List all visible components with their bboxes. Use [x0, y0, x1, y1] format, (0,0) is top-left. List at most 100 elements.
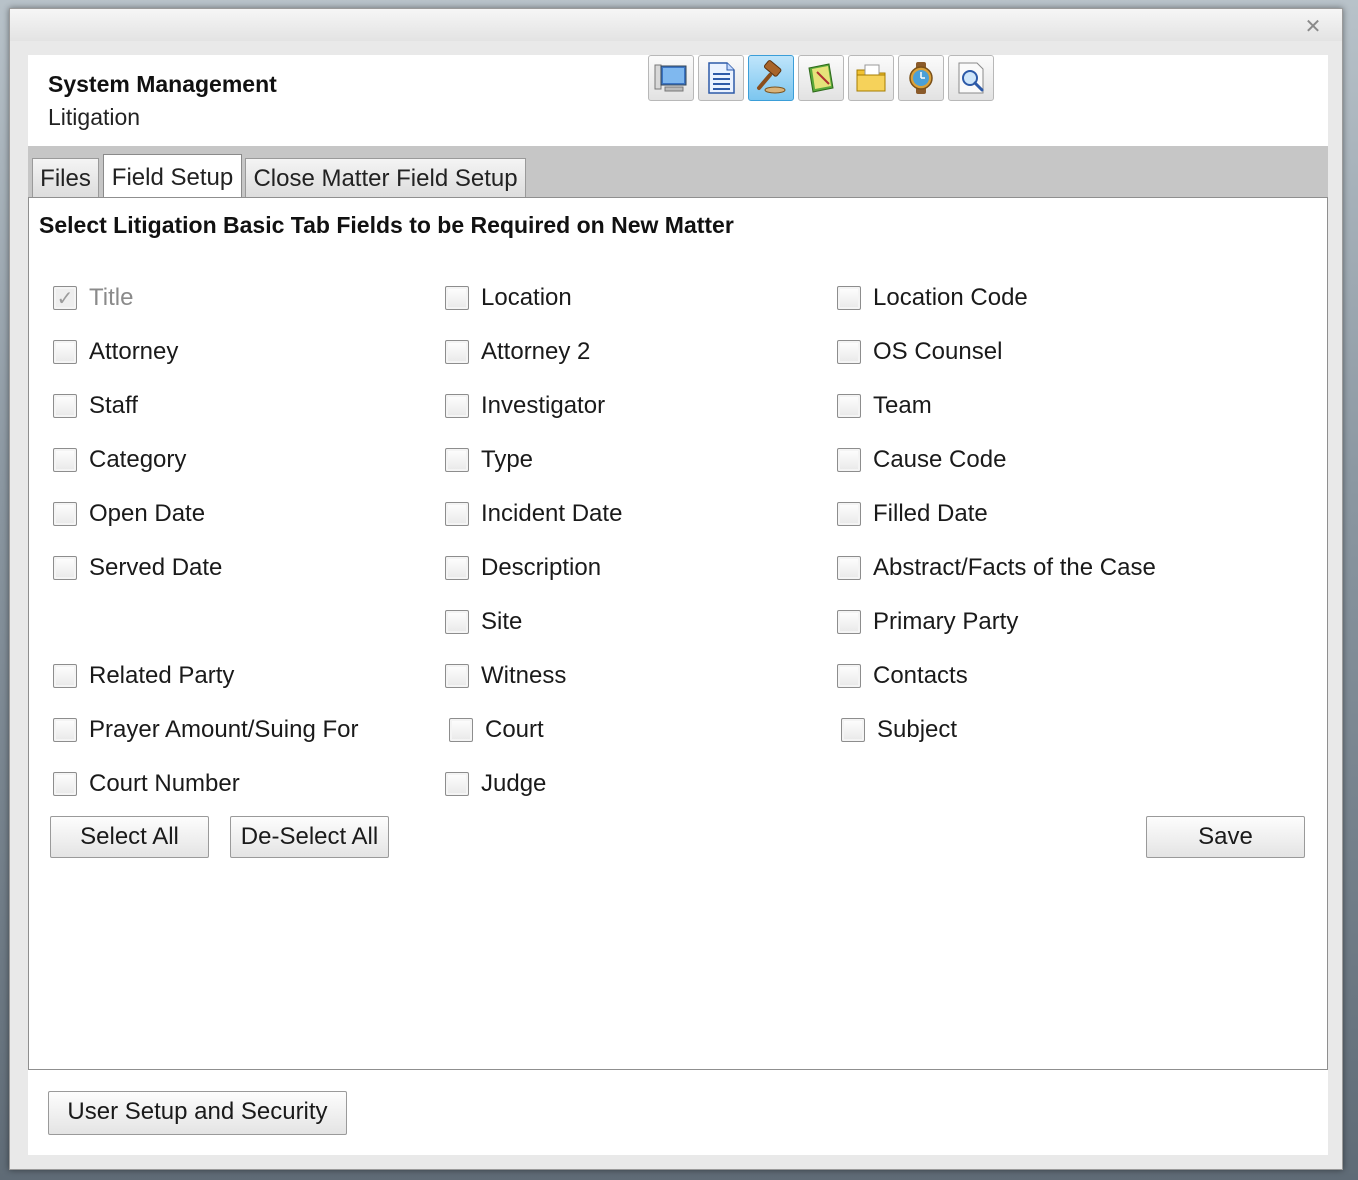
checkbox-team[interactable]: Team [837, 390, 932, 422]
checkbox-label[interactable]: Location [481, 284, 572, 312]
checkbox-label[interactable]: Primary Party [873, 608, 1018, 636]
checkbox-os-counsel[interactable]: OS Counsel [837, 336, 1002, 368]
checkbox-label[interactable]: Related Party [89, 662, 234, 690]
checkbox-location-code[interactable]: Location Code [837, 282, 1028, 314]
document-icon[interactable] [698, 55, 744, 101]
checkbox-title: ✓ Title [53, 282, 133, 314]
checkbox-box[interactable] [53, 394, 77, 418]
checkbox-incident-date[interactable]: Incident Date [445, 498, 622, 530]
checkbox-label[interactable]: Staff [89, 392, 138, 420]
checkbox-box[interactable] [837, 394, 861, 418]
checkbox-filled-date[interactable]: Filled Date [837, 498, 988, 530]
checkbox-location[interactable]: Location [445, 282, 572, 314]
checkbox-label[interactable]: Court [485, 716, 544, 744]
checkbox-label[interactable]: Served Date [89, 554, 222, 582]
checkbox-prayer-amount[interactable]: Prayer Amount/Suing For [53, 714, 358, 746]
checkbox-label[interactable]: Category [89, 446, 186, 474]
checkbox-label[interactable]: Judge [481, 770, 546, 798]
checkbox-open-date[interactable]: Open Date [53, 498, 205, 530]
checkbox-investigator[interactable]: Investigator [445, 390, 605, 422]
checkbox-label[interactable]: OS Counsel [873, 338, 1002, 366]
checkbox-witness[interactable]: Witness [445, 660, 566, 692]
checkbox-box[interactable] [445, 394, 469, 418]
checkbox-cause-code[interactable]: Cause Code [837, 444, 1006, 476]
checkbox-primary-party[interactable]: Primary Party [837, 606, 1018, 638]
checkbox-box[interactable] [445, 664, 469, 688]
checkbox-label[interactable]: Site [481, 608, 522, 636]
checkbox-box[interactable] [837, 556, 861, 580]
checkbox-label[interactable]: Location Code [873, 284, 1028, 312]
checkbox-box[interactable] [445, 448, 469, 472]
checkbox-subject[interactable]: Subject [841, 714, 957, 746]
user-setup-security-button[interactable]: User Setup and Security [48, 1091, 347, 1135]
checkbox-label[interactable]: Type [481, 446, 533, 474]
checkbox-staff[interactable]: Staff [53, 390, 138, 422]
checkbox-type[interactable]: Type [445, 444, 533, 476]
checkbox-box[interactable] [53, 772, 77, 796]
notebook-icon[interactable] [798, 55, 844, 101]
checkbox-label[interactable]: Description [481, 554, 601, 582]
checkbox-box[interactable] [445, 556, 469, 580]
checkbox-label[interactable]: Filled Date [873, 500, 988, 528]
checkbox-label[interactable]: Cause Code [873, 446, 1006, 474]
checkbox-label[interactable]: Open Date [89, 500, 205, 528]
module-toolbar [648, 55, 994, 105]
checkbox-label[interactable]: Attorney 2 [481, 338, 590, 366]
checkbox-box[interactable] [449, 718, 473, 742]
checkbox-label[interactable]: Attorney [89, 338, 178, 366]
folder-icon[interactable] [848, 55, 894, 101]
gavel-icon[interactable] [748, 55, 794, 101]
checkbox-label[interactable]: Subject [877, 716, 957, 744]
checkbox-box[interactable] [445, 502, 469, 526]
checkbox-label[interactable]: Prayer Amount/Suing For [89, 716, 358, 744]
checkbox-description[interactable]: Description [445, 552, 601, 584]
checkbox-box[interactable] [53, 448, 77, 472]
checkbox-box[interactable] [837, 502, 861, 526]
checkbox-box[interactable] [837, 448, 861, 472]
watch-icon[interactable] [898, 55, 944, 101]
checkbox-judge[interactable]: Judge [445, 768, 546, 800]
checkbox-box[interactable] [53, 502, 77, 526]
checkbox-abstract-facts[interactable]: Abstract/Facts of the Case [837, 552, 1156, 584]
tab-close-matter-field-setup[interactable]: Close Matter Field Setup [245, 158, 526, 198]
checkbox-served-date[interactable]: Served Date [53, 552, 222, 584]
checkbox-box[interactable] [53, 664, 77, 688]
select-all-button[interactable]: Select All [50, 816, 209, 858]
magnifier-document-icon[interactable] [948, 55, 994, 101]
checkbox-box[interactable] [53, 556, 77, 580]
checkbox-category[interactable]: Category [53, 444, 186, 476]
checkbox-label[interactable]: Team [873, 392, 932, 420]
checkbox-label[interactable]: Contacts [873, 662, 968, 690]
deselect-all-button[interactable]: De-Select All [230, 816, 389, 858]
tab-field-setup[interactable]: Field Setup [103, 154, 242, 199]
checkbox-box[interactable] [837, 286, 861, 310]
system-management-dialog: ✕ System Management Litigation Files Fie… [9, 8, 1343, 1170]
checkbox-label[interactable]: Investigator [481, 392, 605, 420]
tab-files[interactable]: Files [32, 158, 99, 198]
checkbox-related-party[interactable]: Related Party [53, 660, 234, 692]
checkbox-label[interactable]: Incident Date [481, 500, 622, 528]
checkbox-box[interactable] [445, 610, 469, 634]
checkbox-attorney-2[interactable]: Attorney 2 [445, 336, 590, 368]
computer-icon[interactable] [648, 55, 694, 101]
checkbox-label[interactable]: Witness [481, 662, 566, 690]
checkbox-box[interactable] [53, 718, 77, 742]
checkbox-box[interactable] [837, 664, 861, 688]
checkbox-court-number[interactable]: Court Number [53, 768, 240, 800]
checkbox-contacts[interactable]: Contacts [837, 660, 968, 692]
checkbox-box[interactable] [841, 718, 865, 742]
checkbox-label[interactable]: Abstract/Facts of the Case [873, 554, 1156, 582]
checkbox-box[interactable] [53, 340, 77, 364]
tab-strip: Files Field Setup Close Matter Field Set… [28, 146, 1328, 199]
checkbox-attorney[interactable]: Attorney [53, 336, 178, 368]
checkbox-box[interactable] [445, 286, 469, 310]
checkbox-site[interactable]: Site [445, 606, 522, 638]
checkbox-box[interactable] [837, 340, 861, 364]
checkbox-box[interactable] [445, 772, 469, 796]
checkbox-court[interactable]: Court [449, 714, 544, 746]
save-button[interactable]: Save [1146, 816, 1305, 858]
checkbox-label[interactable]: Court Number [89, 770, 240, 798]
checkbox-box[interactable] [837, 610, 861, 634]
checkbox-box[interactable] [445, 340, 469, 364]
close-icon[interactable]: ✕ [1302, 15, 1324, 37]
